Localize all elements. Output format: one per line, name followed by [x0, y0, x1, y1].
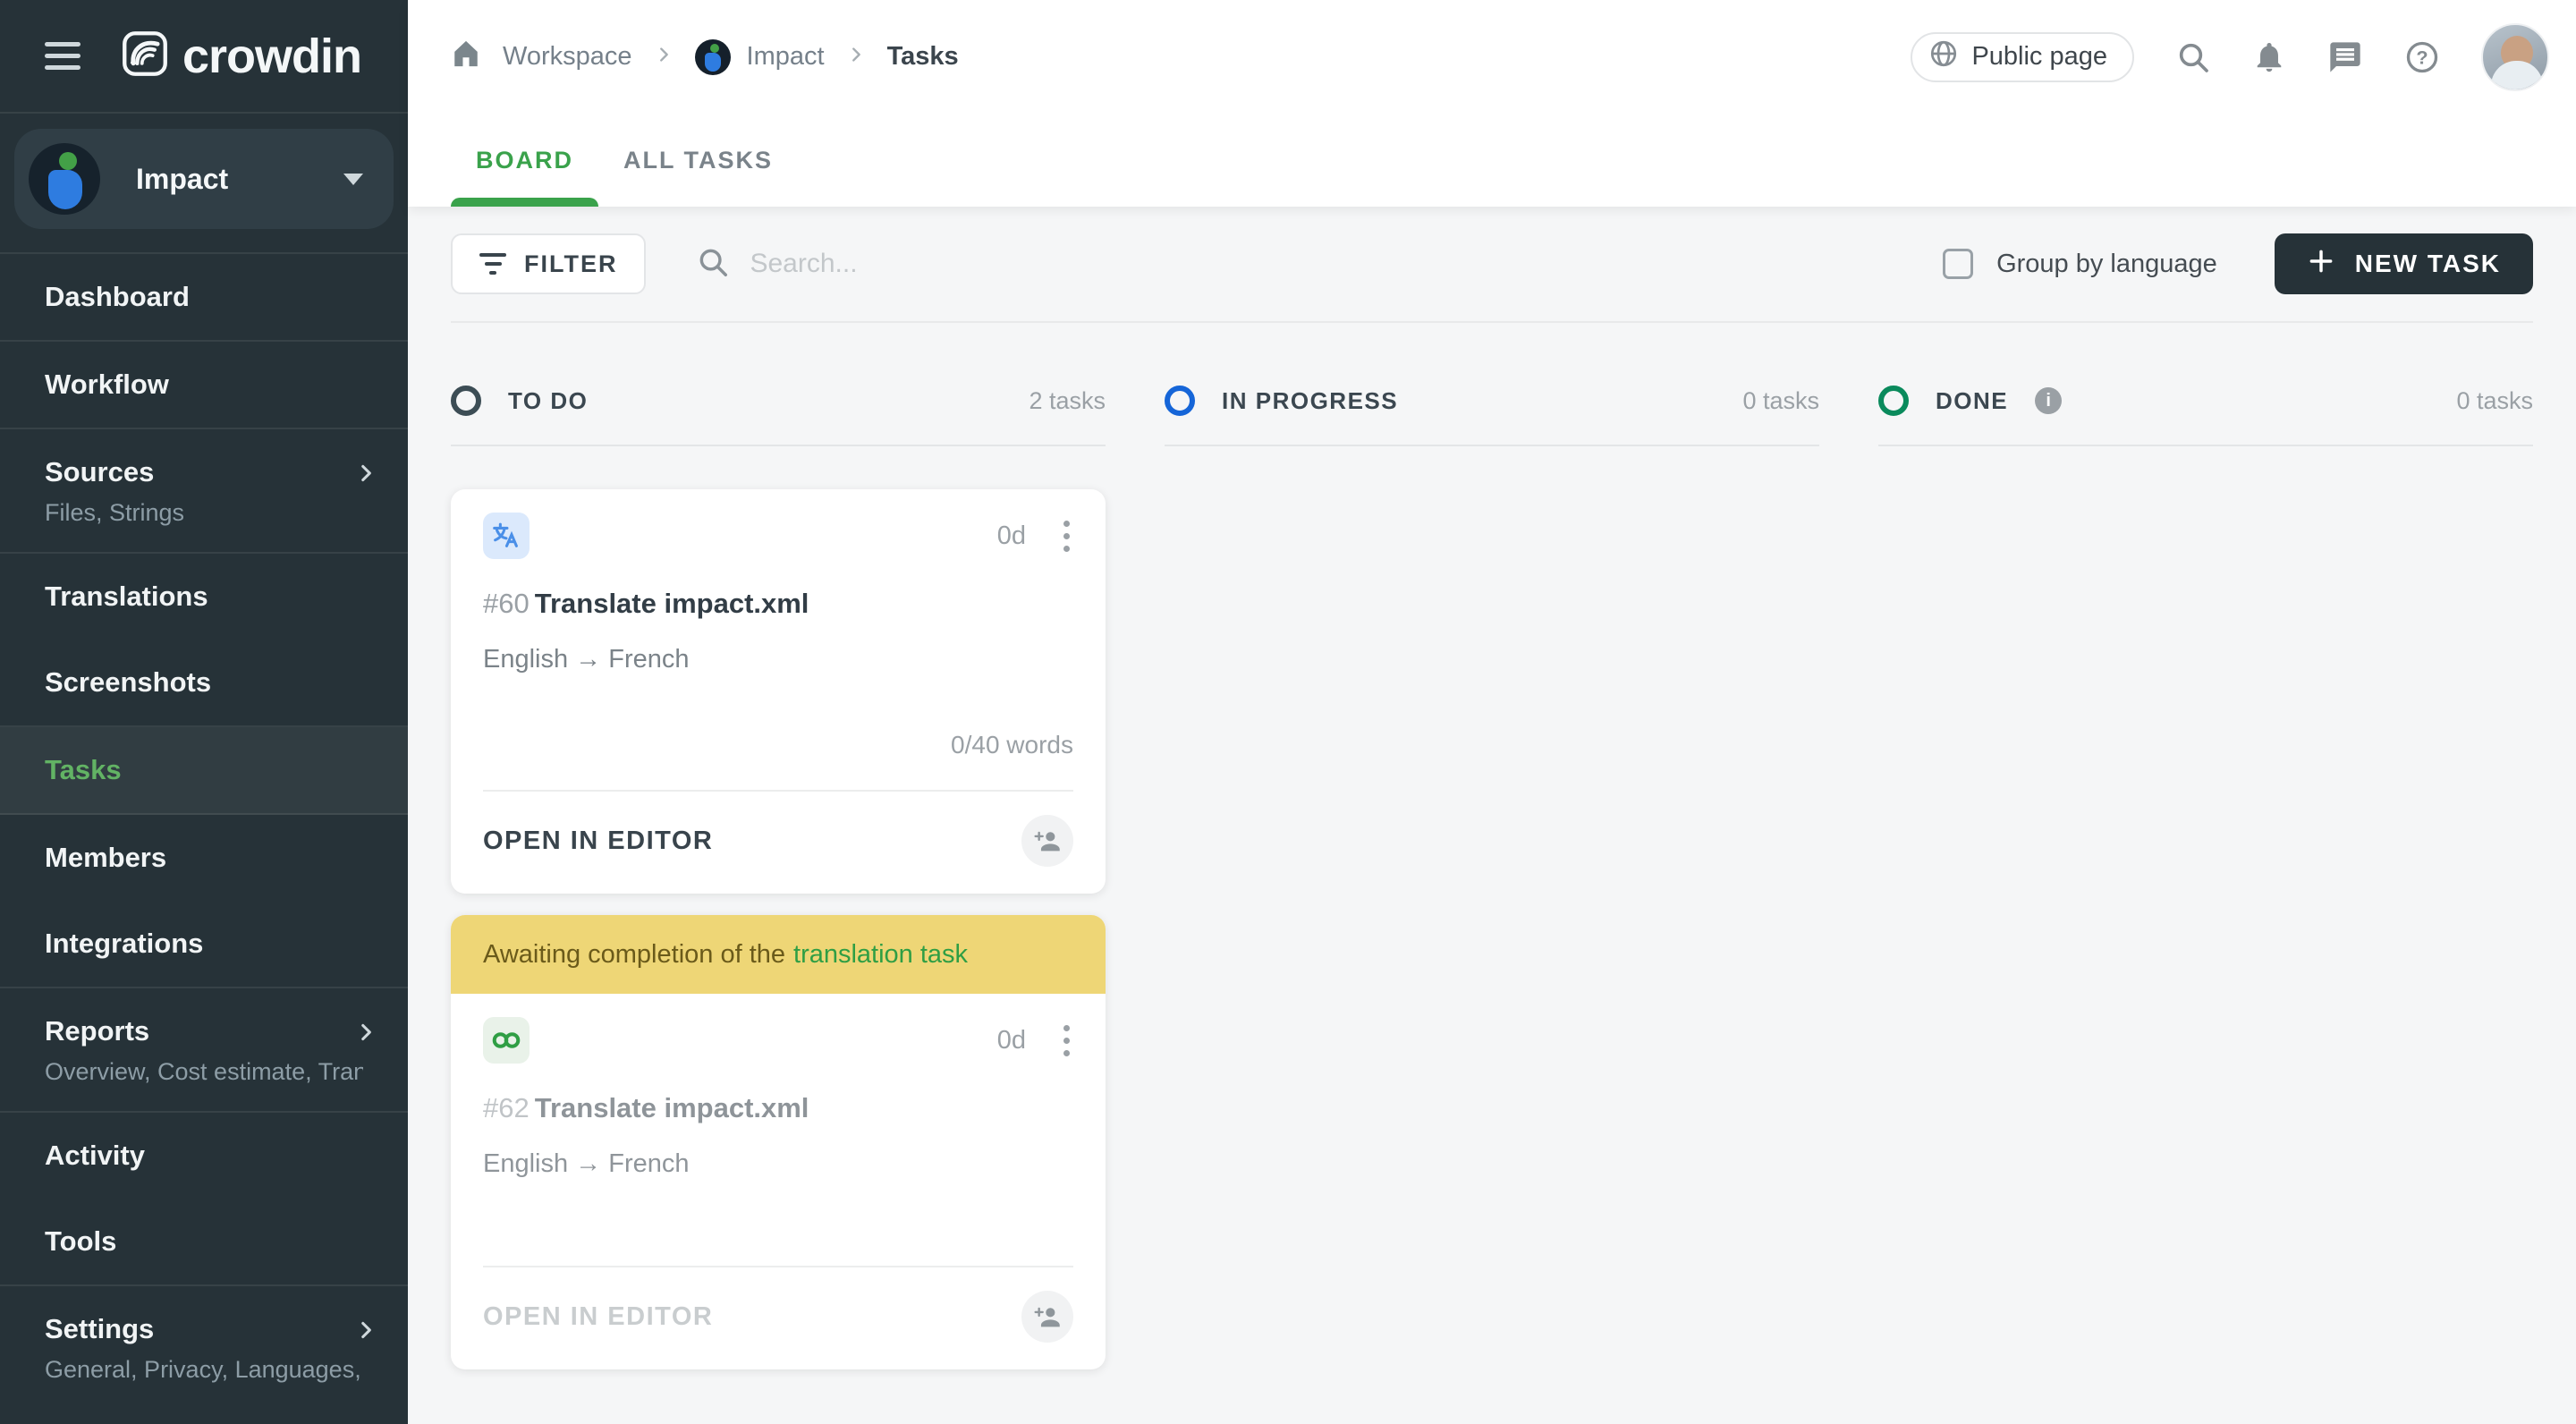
- breadcrumb-workspace[interactable]: Workspace: [503, 42, 632, 72]
- task-id: #60: [483, 588, 530, 619]
- search-box: [696, 245, 1251, 284]
- menu-icon[interactable]: [45, 42, 80, 70]
- view-tabs: BOARD ALL TASKS: [408, 114, 2576, 207]
- sidebar-item-translations[interactable]: Translations: [0, 554, 408, 640]
- kebab-menu-icon[interactable]: [1060, 517, 1073, 555]
- task-languages: English → French: [483, 645, 690, 674]
- task-id: #62: [483, 1092, 530, 1123]
- translation-task-link[interactable]: translation task: [793, 940, 968, 970]
- sidebar-item-screenshots[interactable]: Screenshots: [0, 640, 408, 727]
- plus-icon: [2307, 247, 2335, 282]
- column-header-done: DONE 0 tasks: [1878, 386, 2533, 446]
- help-icon[interactable]: ?: [2404, 39, 2440, 75]
- column-header-todo: TO DO 2 tasks: [451, 386, 1106, 446]
- toolbar: FILTER Group by language NEW TASK: [451, 207, 2533, 323]
- task-count: 0 tasks: [1742, 386, 1819, 414]
- chevron-right-icon: [354, 1317, 377, 1349]
- filter-icon: [479, 253, 506, 275]
- task-languages: English → French: [483, 1149, 690, 1178]
- project-name: Impact: [136, 162, 229, 195]
- sidebar-item-members[interactable]: Members: [0, 815, 408, 901]
- task-title[interactable]: #60 Translate impact.xml: [483, 586, 1073, 622]
- column-done: DONE 0 tasks: [1878, 323, 2533, 1369]
- tab-all-tasks[interactable]: ALL TASKS: [598, 114, 798, 207]
- status-circle-icon: [1165, 386, 1195, 416]
- group-by-language-label: Group by language: [1996, 249, 2217, 278]
- sidebar-item-settings[interactable]: Settings General, Privacy, Languages, Q…: [0, 1286, 408, 1409]
- messages-icon[interactable]: [2327, 39, 2363, 75]
- task-card[interactable]: 0d #60 Translate impact.xml English → Fre…: [451, 489, 1106, 894]
- open-in-editor-button[interactable]: OPEN IN EDITOR: [483, 1302, 713, 1332]
- status-circle-icon: [451, 386, 481, 416]
- add-assignee-button[interactable]: [1021, 815, 1073, 867]
- project-selector[interactable]: Impact: [14, 129, 394, 229]
- breadcrumb-current-page: Tasks: [886, 42, 959, 71]
- status-circle-icon: [1878, 386, 1909, 416]
- chevron-right-icon: [654, 42, 674, 72]
- globe-icon: [1928, 38, 1959, 76]
- task-count: 0 tasks: [2456, 386, 2533, 414]
- svg-text:?: ?: [2416, 46, 2428, 68]
- task-card[interactable]: Awaiting completion of the translation t…: [451, 915, 1106, 1369]
- column-header-in-progress: IN PROGRESS 0 tasks: [1165, 386, 1819, 446]
- sidebar-item-activity[interactable]: Activity: [0, 1113, 408, 1199]
- column-in-progress: IN PROGRESS 0 tasks: [1165, 323, 1819, 1369]
- chevron-right-icon: [846, 42, 866, 72]
- task-title[interactable]: #62 Translate impact.xml: [483, 1090, 1073, 1126]
- new-task-button[interactable]: NEW TASK: [2274, 233, 2533, 294]
- sidebar-item-tasks[interactable]: Tasks: [0, 727, 408, 815]
- active-tab-indicator: [451, 198, 598, 207]
- search-icon: [696, 245, 730, 284]
- crowdin-logo-text: crowdin: [182, 29, 362, 83]
- notifications-bell-icon[interactable]: [2252, 40, 2286, 74]
- search-input[interactable]: [750, 249, 1251, 279]
- breadcrumb: Workspace Impact Tasks: [451, 38, 959, 75]
- filter-button[interactable]: FILTER: [451, 233, 647, 294]
- blocked-banner-text: Awaiting completion of the: [483, 939, 786, 969]
- duration-badge: 0d: [996, 1025, 1026, 1055]
- task-count: 2 tasks: [1029, 386, 1106, 414]
- sidebar-header: crowdin: [0, 0, 408, 114]
- sidebar-nav: Dashboard Workflow Sources Files, String…: [0, 254, 408, 1424]
- task-word-count: 0/40 words: [951, 731, 1073, 759]
- sidebar-item-dashboard[interactable]: Dashboard: [0, 254, 408, 342]
- blocked-banner: Awaiting completion of the translation t…: [451, 915, 1106, 994]
- project-avatar: [29, 143, 100, 215]
- crowdin-logo-icon: [122, 30, 168, 81]
- info-icon[interactable]: [2035, 387, 2063, 414]
- user-avatar[interactable]: [2481, 22, 2549, 91]
- top-actions: Public page ?: [1911, 22, 2549, 91]
- sidebar-item-integrations[interactable]: Integrations: [0, 901, 408, 988]
- chevron-down-icon: [343, 173, 363, 185]
- chevron-right-icon: [354, 460, 377, 492]
- group-by-language-checkbox[interactable]: [1943, 249, 1974, 279]
- breadcrumb-project[interactable]: Impact: [694, 38, 825, 75]
- kebab-menu-icon[interactable]: [1060, 1021, 1073, 1060]
- open-in-editor-button[interactable]: OPEN IN EDITOR: [483, 826, 713, 856]
- kanban-board: TO DO 2 tasks 0d #60 Translate impact.xm…: [451, 323, 2533, 1369]
- public-page-button[interactable]: Public page: [1911, 31, 2134, 82]
- column-todo: TO DO 2 tasks 0d #60 Translate impact.xm…: [451, 323, 1106, 1369]
- proofread-task-icon: [483, 1017, 530, 1064]
- sidebar-item-reports[interactable]: Reports Overview, Cost estimate, Transl…: [0, 988, 408, 1113]
- sidebar: crowdin Impact Dashboard Workflow Source…: [0, 0, 408, 1424]
- crowdin-logo[interactable]: crowdin: [122, 29, 362, 84]
- project-avatar: [694, 38, 731, 75]
- chevron-right-icon: [354, 1019, 377, 1051]
- board-content: FILTER Group by language NEW TASK: [408, 207, 2576, 1424]
- home-icon[interactable]: [451, 39, 481, 75]
- search-icon[interactable]: [2175, 39, 2211, 75]
- add-assignee-button[interactable]: [1021, 1291, 1073, 1343]
- translate-task-icon: [483, 513, 530, 559]
- sidebar-item-sources[interactable]: Sources Files, Strings: [0, 429, 408, 554]
- sidebar-item-tools[interactable]: Tools: [0, 1199, 408, 1286]
- duration-badge: 0d: [996, 521, 1026, 550]
- top-bar: Workspace Impact Tasks Public page ?: [408, 0, 2576, 114]
- sidebar-item-workflow[interactable]: Workflow: [0, 342, 408, 429]
- tab-board[interactable]: BOARD: [451, 114, 598, 207]
